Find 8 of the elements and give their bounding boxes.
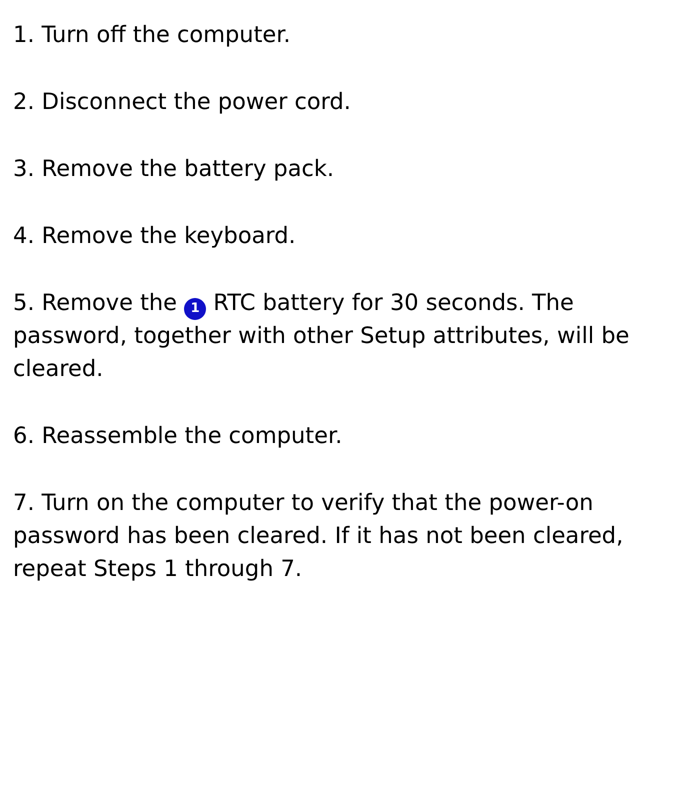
callout-number-badge: 1 bbox=[184, 298, 206, 320]
step-text: 2. Disconnect the power cord. bbox=[13, 88, 352, 117]
step-text: 7. Turn on the computer to verify that the power-on password has been cleared. If it has not been cleared, repeat Steps 1 through 7. bbox=[13, 489, 624, 584]
step-text: 1. Turn off the computer. bbox=[13, 21, 292, 50]
step-text: 6. Reassemble the computer. bbox=[13, 422, 344, 451]
step-text: 4. Remove the keyboard. bbox=[13, 222, 297, 251]
step-text: 3. Remove the battery pack. bbox=[13, 155, 336, 184]
step-text: 5. Remove the 1 RTC battery for 30 seconds. The password, together with other Setup attributes, will be cleared. bbox=[13, 289, 630, 384]
